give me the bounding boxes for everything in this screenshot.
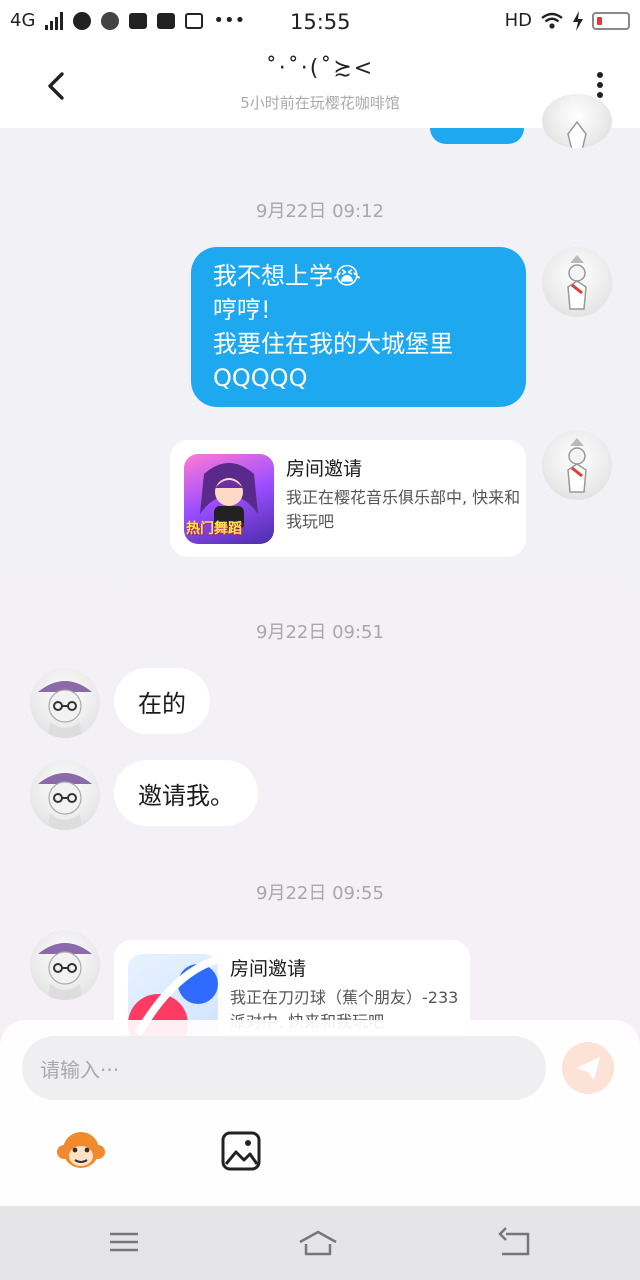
music-app-icon	[73, 11, 92, 30]
wifi-icon	[541, 12, 563, 29]
my-avatar[interactable]	[542, 430, 612, 500]
clock: 15:55	[290, 10, 351, 34]
my-avatar[interactable]	[542, 247, 612, 317]
avatar[interactable]	[542, 94, 612, 148]
cat-app-icon	[101, 11, 120, 30]
menu-icon[interactable]	[104, 1222, 144, 1262]
video-play-icon	[157, 12, 176, 29]
friend-avatar[interactable]	[30, 930, 100, 1000]
signal-icon	[45, 11, 64, 30]
message-bubble-partial[interactable]	[430, 128, 524, 144]
invite-title: 房间邀请	[230, 958, 307, 980]
more-dots-icon: •••	[213, 10, 246, 31]
status-bar: 4G ••• 15:55 HD	[0, 0, 640, 44]
timestamp: 9月22日 09:51	[256, 622, 384, 643]
room-invite-card[interactable]: 热门舞蹈 房间邀请 我正在樱花音乐俱乐部中, 快来和我玩吧	[170, 440, 526, 557]
thumbnail-label: 热门舞蹈	[186, 521, 242, 537]
status-bar-left: 4G •••	[10, 10, 245, 31]
incoming-message-bubble[interactable]: 邀请我。	[114, 760, 258, 826]
friend-avatar[interactable]	[30, 668, 100, 738]
message-text: 邀请我。	[138, 781, 234, 810]
message-line: 我不想上学😭	[213, 262, 362, 290]
timestamp: 9月22日 09:12	[256, 201, 384, 222]
avatar-figure-icon	[567, 438, 587, 493]
chat-title: ˚·˚·(˚≿<	[265, 56, 375, 81]
message-text: 在的	[138, 689, 186, 718]
s-app-icon	[185, 12, 204, 29]
avatar-figure-icon	[567, 120, 587, 148]
image-icon[interactable]	[214, 1124, 268, 1178]
monkey-face-glyph	[57, 1132, 105, 1168]
message-input[interactable]: 请输入···	[22, 1036, 546, 1100]
message-line: 哼哼!	[213, 296, 271, 324]
message-composer: 请输入···	[0, 1020, 640, 1206]
home-icon[interactable]	[298, 1222, 338, 1262]
battery-icon	[592, 11, 630, 30]
hd-label: HD	[504, 10, 532, 31]
witch-avatar-icon	[38, 773, 92, 830]
witch-avatar-icon	[38, 943, 92, 1000]
charging-bolt-icon	[573, 10, 583, 31]
message-line: 我要住在我的大城堡里	[213, 330, 453, 358]
paper-plane-glyph	[576, 1057, 600, 1080]
timestamp: 9月22日 09:55	[256, 883, 384, 904]
send-paper-plane-icon[interactable]	[562, 1042, 614, 1094]
network-type: 4G	[10, 10, 36, 31]
image-glyph	[221, 1131, 261, 1171]
message-line: QQQQQ	[213, 364, 308, 392]
game-thumbnail: 热门舞蹈	[184, 454, 274, 544]
avatar-figure-icon	[567, 255, 587, 310]
back-icon[interactable]	[496, 1222, 536, 1262]
system-nav-bar	[0, 1206, 640, 1280]
incoming-message-bubble[interactable]: 在的	[114, 668, 210, 734]
status-bar-right: HD	[505, 10, 630, 31]
outgoing-message-bubble[interactable]: 我不想上学😭 哼哼! 我要住在我的大城堡里 QQQQQ	[191, 247, 526, 407]
invite-title: 房间邀请	[286, 458, 363, 480]
video-camera-icon	[129, 12, 148, 29]
witch-avatar-icon	[38, 681, 92, 738]
invite-description: 我正在樱花音乐俱乐部中, 快来和我玩吧	[286, 488, 521, 531]
monkey-emoji-icon[interactable]	[54, 1124, 108, 1178]
friend-avatar[interactable]	[30, 760, 100, 830]
input-placeholder: 请输入···	[40, 1057, 120, 1082]
